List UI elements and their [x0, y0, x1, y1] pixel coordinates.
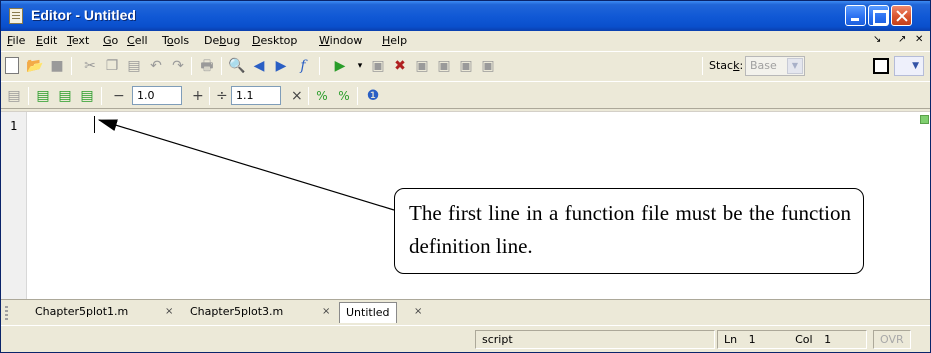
- line-label: Ln: [724, 333, 738, 346]
- menu-go[interactable]: Go: [103, 34, 118, 47]
- line-value: 1: [748, 333, 756, 346]
- forward-arrow-icon[interactable]: ▶: [272, 57, 290, 75]
- save-icon[interactable]: ■: [48, 57, 66, 75]
- menu-tools[interactable]: Tools: [162, 34, 189, 47]
- copy-icon[interactable]: ❐: [103, 57, 121, 75]
- tab-chapter5plot3[interactable]: Chapter5plot3.m: [184, 302, 289, 323]
- run-dropdown-icon[interactable]: ▾: [351, 57, 369, 75]
- exit-debug-icon[interactable]: ▣: [479, 57, 497, 75]
- menu-help[interactable]: Help: [382, 34, 407, 47]
- remove-cell-divider-icon[interactable]: %: [335, 87, 353, 105]
- toolbar-divider: [101, 87, 102, 105]
- step-icon[interactable]: ▣: [413, 57, 431, 75]
- toolbar-divider: [191, 57, 192, 75]
- toolbar-divider: [209, 87, 210, 105]
- close-tab-icon[interactable]: ×: [165, 306, 173, 317]
- decrement-value-field[interactable]: 1.0: [132, 86, 182, 105]
- close-tab-icon[interactable]: ×: [414, 306, 422, 317]
- window-layout-icon[interactable]: [873, 58, 889, 74]
- multiply-icon[interactable]: ×: [291, 88, 303, 104]
- layout-dropdown[interactable]: ▼: [894, 56, 924, 76]
- maximize-button[interactable]: [868, 5, 889, 26]
- menu-window[interactable]: Window: [319, 34, 362, 47]
- close-tab-icon[interactable]: ×: [322, 306, 330, 317]
- toolbar-divider: [221, 57, 222, 75]
- dock-icon[interactable]: ↗: [898, 34, 906, 45]
- menu-bar: File Edit Text Go Cell Tools Debug Deskt…: [1, 31, 930, 51]
- chevron-down-icon: ▼: [787, 58, 803, 74]
- evaluate-cell-icon[interactable]: ▤: [34, 87, 52, 105]
- step-in-icon[interactable]: ▣: [435, 57, 453, 75]
- toolbar-divider: [702, 57, 703, 75]
- stack-label: Stack:: [709, 59, 744, 72]
- open-file-icon[interactable]: 📂: [26, 57, 44, 75]
- toolbar-divider: [319, 57, 320, 75]
- paste-icon[interactable]: ▤: [125, 57, 143, 75]
- info-icon[interactable]: ❶: [364, 87, 382, 105]
- editor-app-icon: [9, 8, 23, 24]
- run-icon[interactable]: ▶: [331, 57, 349, 75]
- column-label: Col: [795, 333, 813, 346]
- divide-value-field[interactable]: 1.1: [231, 86, 281, 105]
- decrement-icon[interactable]: −: [113, 88, 125, 104]
- status-mode: script: [475, 330, 715, 349]
- menu-text[interactable]: Text: [67, 34, 89, 47]
- code-editor[interactable]: 1 The first line in a function file must…: [1, 111, 930, 300]
- menu-debug[interactable]: Debug: [204, 34, 240, 47]
- divide-icon[interactable]: ÷: [216, 88, 228, 104]
- increment-icon[interactable]: +: [192, 88, 204, 104]
- clear-breakpoints-icon[interactable]: ✖: [391, 57, 409, 75]
- toolbar-divider: [357, 87, 358, 105]
- toolbar-divider: [28, 87, 29, 105]
- redo-icon[interactable]: ↷: [169, 57, 187, 75]
- menu-file[interactable]: File: [7, 34, 25, 47]
- menu-cell[interactable]: Cell: [127, 34, 148, 47]
- undo-icon[interactable]: ↶: [147, 57, 165, 75]
- print-icon[interactable]: 🖶: [198, 57, 216, 75]
- status-position: Ln 1 Col 1: [717, 330, 867, 349]
- main-toolbar: 📂 ■ ✂ ❐ ▤ ↶ ↷ 🖶 🔍 ◀ ▶ f ▶ ▾ ▣ ✖ ▣ ▣ ▣ ▣ …: [1, 51, 930, 79]
- evaluate-file-icon[interactable]: ▤: [78, 87, 96, 105]
- toolbar-divider: [71, 57, 72, 75]
- document-tabs: Chapter5plot1.m × Chapter5plot3.m × Unti…: [1, 299, 930, 325]
- cell-mode-icon[interactable]: ▤: [5, 87, 23, 105]
- cell-toolbar: ▤ ▤ ▤ ▤ − 1.0 + ÷ 1.1 × % % ❶: [1, 81, 930, 109]
- find-icon[interactable]: 🔍: [228, 57, 246, 75]
- stack-select[interactable]: Base ▼: [745, 56, 805, 76]
- tab-untitled[interactable]: Untitled: [339, 302, 397, 323]
- evaluate-advance-icon[interactable]: ▤: [56, 87, 74, 105]
- toolbar-divider: [308, 87, 309, 105]
- menu-edit[interactable]: Edit: [36, 34, 57, 47]
- overwrite-indicator: OVR: [873, 330, 911, 349]
- function-browser-icon[interactable]: f: [294, 57, 312, 75]
- insert-cell-divider-icon[interactable]: %: [313, 87, 331, 105]
- status-bar: script Ln 1 Col 1 OVR: [1, 325, 930, 352]
- column-value: 1: [824, 333, 832, 346]
- undock-icon[interactable]: ↘: [873, 34, 881, 45]
- cut-icon[interactable]: ✂: [81, 57, 99, 75]
- close-document-icon[interactable]: ✕: [915, 34, 923, 45]
- annotation-callout: The first line in a function file must b…: [394, 188, 864, 274]
- back-arrow-icon[interactable]: ◀: [250, 57, 268, 75]
- title-bar[interactable]: Editor - Untitled: [1, 1, 930, 31]
- close-window-button[interactable]: [891, 5, 912, 26]
- window-title: Editor - Untitled: [31, 7, 136, 23]
- new-file-icon[interactable]: [5, 57, 19, 74]
- set-breakpoint-icon[interactable]: ▣: [369, 57, 387, 75]
- step-out-icon[interactable]: ▣: [457, 57, 475, 75]
- editor-window: Editor - Untitled File Edit Text Go Cell…: [0, 0, 931, 353]
- menu-desktop[interactable]: Desktop: [252, 34, 297, 47]
- tab-chapter5plot1[interactable]: Chapter5plot1.m: [29, 302, 134, 323]
- minimize-button[interactable]: [845, 5, 866, 26]
- drag-grip-icon[interactable]: [5, 306, 8, 320]
